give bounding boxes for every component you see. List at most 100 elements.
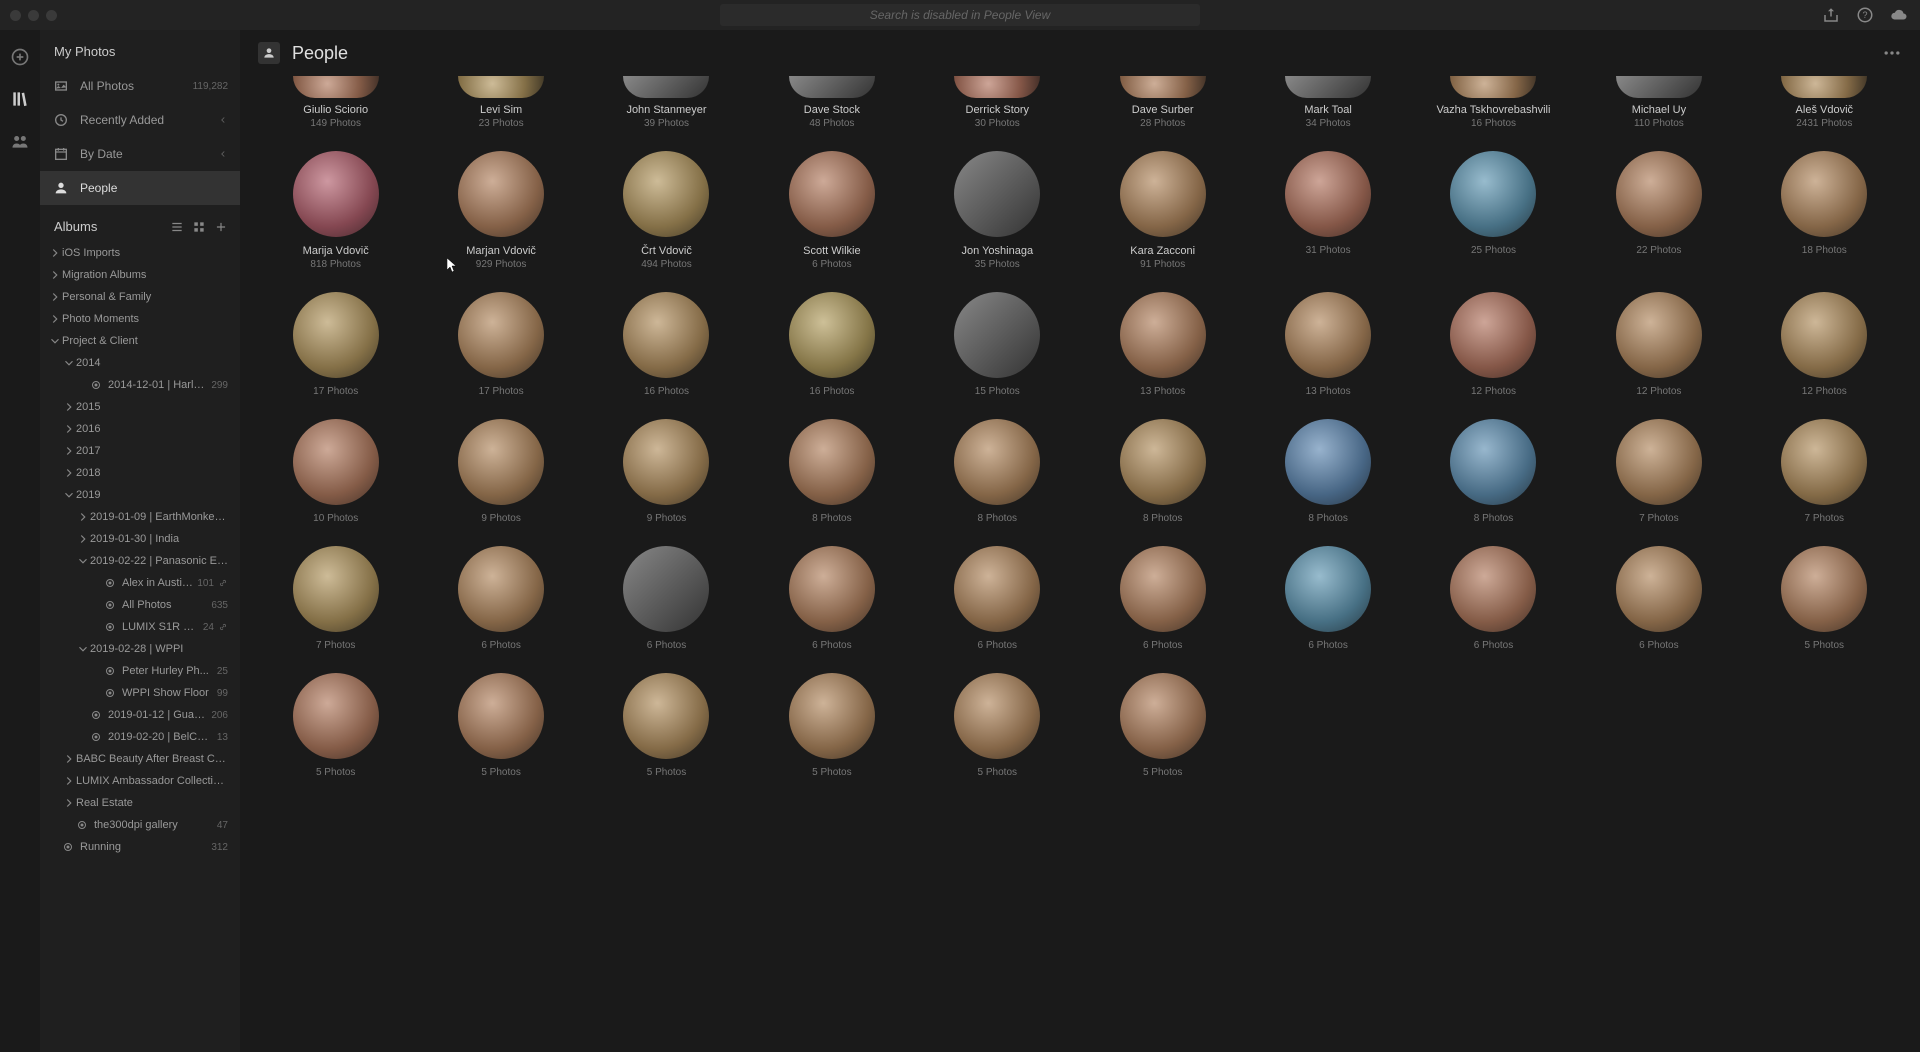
maximize-window-button[interactable] bbox=[46, 10, 57, 21]
person-item[interactable]: 17 Photos bbox=[425, 292, 576, 397]
library-icon[interactable] bbox=[9, 88, 31, 110]
person-item[interactable]: 17 Photos bbox=[260, 292, 411, 397]
album-tree-item[interactable]: 2019-02-22 | Panasonic Event bbox=[40, 550, 240, 572]
album-tree-item[interactable]: 2016 bbox=[40, 418, 240, 440]
help-icon[interactable]: ? bbox=[1856, 6, 1874, 24]
album-tree-item[interactable]: 2019-02-20 | BelCur...13 bbox=[40, 726, 240, 748]
person-item[interactable]: 6 Photos bbox=[425, 546, 576, 651]
album-tree-item[interactable]: 2014 bbox=[40, 352, 240, 374]
minimize-window-button[interactable] bbox=[28, 10, 39, 21]
person-item[interactable]: 7 Photos bbox=[1583, 419, 1734, 524]
album-tree-item[interactable]: Photo Moments bbox=[40, 308, 240, 330]
person-item[interactable]: 6 Photos bbox=[591, 546, 742, 651]
person-item[interactable]: 22 Photos bbox=[1583, 151, 1734, 270]
album-tree-item[interactable]: 2019-01-12 | Guate...206 bbox=[40, 704, 240, 726]
album-tree-item[interactable]: 2019-01-09 | EarthMonkey S... bbox=[40, 506, 240, 528]
person-item[interactable]: Jon Yoshinaga 35 Photos bbox=[922, 151, 1073, 270]
person-item[interactable]: 8 Photos bbox=[1252, 419, 1403, 524]
album-tree-item[interactable]: All Photos635 bbox=[40, 594, 240, 616]
album-tree-item[interactable]: Running312 bbox=[40, 836, 240, 858]
cloud-icon[interactable] bbox=[1890, 6, 1908, 24]
people-grid-scroll[interactable]: Giulio Sciorio 149 Photos Levi Sim 23 Ph… bbox=[240, 76, 1920, 1052]
person-item[interactable]: 5 Photos bbox=[1087, 673, 1238, 778]
album-tree-item[interactable]: WPPI Show Floor99 bbox=[40, 682, 240, 704]
nav-item-people[interactable]: People bbox=[40, 171, 240, 205]
person-item[interactable]: Aleš Vdovič 2431 Photos bbox=[1749, 76, 1900, 129]
add-album-icon[interactable] bbox=[214, 220, 228, 234]
person-item[interactable]: 31 Photos bbox=[1252, 151, 1403, 270]
person-item[interactable]: 5 Photos bbox=[1749, 546, 1900, 651]
person-item[interactable]: 5 Photos bbox=[922, 673, 1073, 778]
person-item[interactable]: Giulio Sciorio 149 Photos bbox=[260, 76, 411, 129]
person-item[interactable]: 6 Photos bbox=[922, 546, 1073, 651]
person-item[interactable]: 5 Photos bbox=[756, 673, 907, 778]
album-tree-item[interactable]: 2019-02-28 | WPPI bbox=[40, 638, 240, 660]
person-item[interactable]: Scott Wilkie 6 Photos bbox=[756, 151, 907, 270]
person-item[interactable]: 18 Photos bbox=[1749, 151, 1900, 270]
person-item[interactable]: 8 Photos bbox=[922, 419, 1073, 524]
person-item[interactable]: 9 Photos bbox=[425, 419, 576, 524]
person-item[interactable]: 5 Photos bbox=[425, 673, 576, 778]
person-item[interactable]: 5 Photos bbox=[260, 673, 411, 778]
person-item[interactable]: Marjan Vdovič 929 Photos bbox=[425, 151, 576, 270]
nav-item-all-photos[interactable]: All Photos 119,282 bbox=[40, 69, 240, 103]
person-item[interactable]: 6 Photos bbox=[1252, 546, 1403, 651]
person-item[interactable]: Derrick Story 30 Photos bbox=[922, 76, 1073, 129]
person-item[interactable]: 12 Photos bbox=[1418, 292, 1569, 397]
album-tree-item[interactable]: Peter Hurley Ph...25 bbox=[40, 660, 240, 682]
nav-item-recently-added[interactable]: Recently Added bbox=[40, 103, 240, 137]
list-view-icon[interactable] bbox=[170, 220, 184, 234]
person-item[interactable]: Črt Vdovič 494 Photos bbox=[591, 151, 742, 270]
share-icon[interactable] bbox=[1822, 6, 1840, 24]
person-item[interactable]: 8 Photos bbox=[1418, 419, 1569, 524]
person-item[interactable]: 10 Photos bbox=[260, 419, 411, 524]
album-tree-item[interactable]: 2019-01-30 | India bbox=[40, 528, 240, 550]
person-item[interactable]: 16 Photos bbox=[756, 292, 907, 397]
person-item[interactable]: Dave Stock 48 Photos bbox=[756, 76, 907, 129]
person-item[interactable]: 8 Photos bbox=[756, 419, 907, 524]
person-item[interactable]: 6 Photos bbox=[1087, 546, 1238, 651]
close-window-button[interactable] bbox=[10, 10, 21, 21]
album-tree-item[interactable]: 2017 bbox=[40, 440, 240, 462]
person-item[interactable]: 6 Photos bbox=[756, 546, 907, 651]
album-tree-item[interactable]: 2019 bbox=[40, 484, 240, 506]
person-item[interactable]: 15 Photos bbox=[922, 292, 1073, 397]
album-tree-item[interactable]: Real Estate bbox=[40, 792, 240, 814]
person-item[interactable]: 7 Photos bbox=[1749, 419, 1900, 524]
nav-item-by-date[interactable]: By Date bbox=[40, 137, 240, 171]
person-item[interactable]: Vazha Tskhovrebashvili 16 Photos bbox=[1418, 76, 1569, 129]
grid-view-icon[interactable] bbox=[192, 220, 206, 234]
album-tree-item[interactable]: Project & Client bbox=[40, 330, 240, 352]
person-item[interactable]: 16 Photos bbox=[591, 292, 742, 397]
person-item[interactable]: 9 Photos bbox=[591, 419, 742, 524]
person-item[interactable]: 25 Photos bbox=[1418, 151, 1569, 270]
person-item[interactable]: 12 Photos bbox=[1749, 292, 1900, 397]
person-item[interactable]: Kara Zacconi 91 Photos bbox=[1087, 151, 1238, 270]
album-tree-item[interactable]: Personal & Family bbox=[40, 286, 240, 308]
album-tree-item[interactable]: iOS Imports bbox=[40, 242, 240, 264]
person-item[interactable]: 7 Photos bbox=[260, 546, 411, 651]
person-item[interactable]: Michael Uy 110 Photos bbox=[1583, 76, 1734, 129]
album-tree-item[interactable]: Alex in Austin on...101 bbox=[40, 572, 240, 594]
album-tree-item[interactable]: LUMIX S1R by P...24 bbox=[40, 616, 240, 638]
person-item[interactable]: 13 Photos bbox=[1252, 292, 1403, 397]
album-tree-item[interactable]: 2015 bbox=[40, 396, 240, 418]
person-item[interactable]: 5 Photos bbox=[591, 673, 742, 778]
album-tree-item[interactable]: the300dpi gallery47 bbox=[40, 814, 240, 836]
person-item[interactable]: 8 Photos bbox=[1087, 419, 1238, 524]
album-tree-item[interactable]: Migration Albums bbox=[40, 264, 240, 286]
sharing-icon[interactable] bbox=[9, 130, 31, 152]
person-item[interactable]: 12 Photos bbox=[1583, 292, 1734, 397]
person-item[interactable]: Marija Vdovič 818 Photos bbox=[260, 151, 411, 270]
person-item[interactable]: 13 Photos bbox=[1087, 292, 1238, 397]
person-item[interactable]: Dave Surber 28 Photos bbox=[1087, 76, 1238, 129]
person-item[interactable]: John Stanmeyer 39 Photos bbox=[591, 76, 742, 129]
album-tree-item[interactable]: 2014-12-01 | Harlee...299 bbox=[40, 374, 240, 396]
album-tree-item[interactable]: BABC Beauty After Breast Cancer bbox=[40, 748, 240, 770]
person-item[interactable]: Mark Toal 34 Photos bbox=[1252, 76, 1403, 129]
person-item[interactable]: Levi Sim 23 Photos bbox=[425, 76, 576, 129]
album-tree-item[interactable]: LUMIX Ambassador Collections bbox=[40, 770, 240, 792]
album-tree-item[interactable]: 2018 bbox=[40, 462, 240, 484]
person-item[interactable]: 6 Photos bbox=[1583, 546, 1734, 651]
person-item[interactable]: 6 Photos bbox=[1418, 546, 1569, 651]
